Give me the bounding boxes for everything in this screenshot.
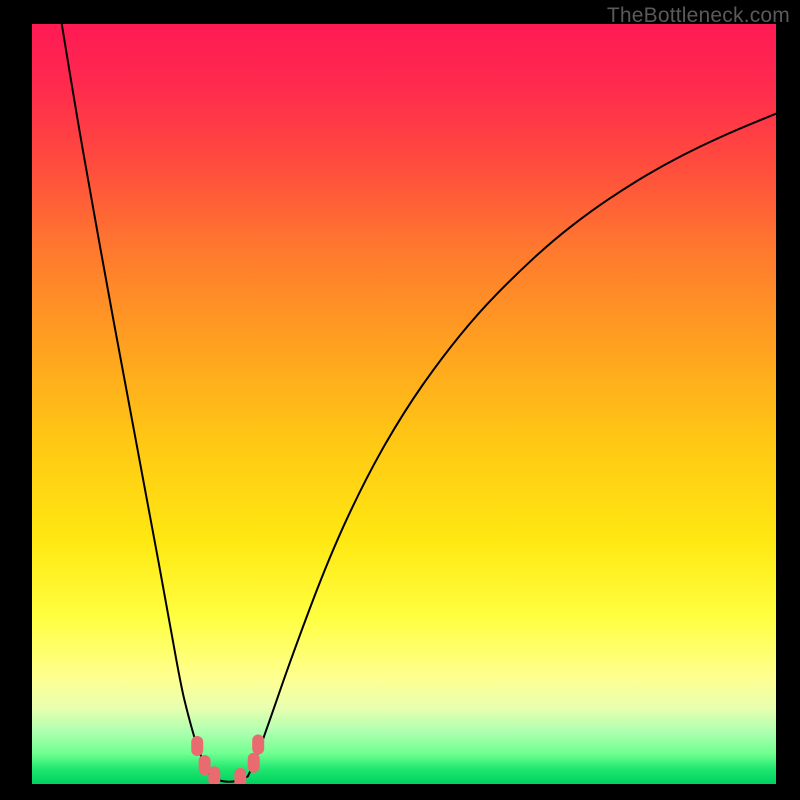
curve-marker — [234, 768, 246, 784]
bottleneck-curve — [62, 24, 776, 782]
curve-marker — [252, 735, 264, 755]
watermark-text: TheBottleneck.com — [607, 4, 790, 28]
curve-marker — [208, 766, 220, 784]
curve-plot — [32, 24, 776, 784]
curve-marker — [248, 753, 260, 773]
curve-marker — [191, 736, 203, 756]
curve-markers — [191, 735, 264, 785]
